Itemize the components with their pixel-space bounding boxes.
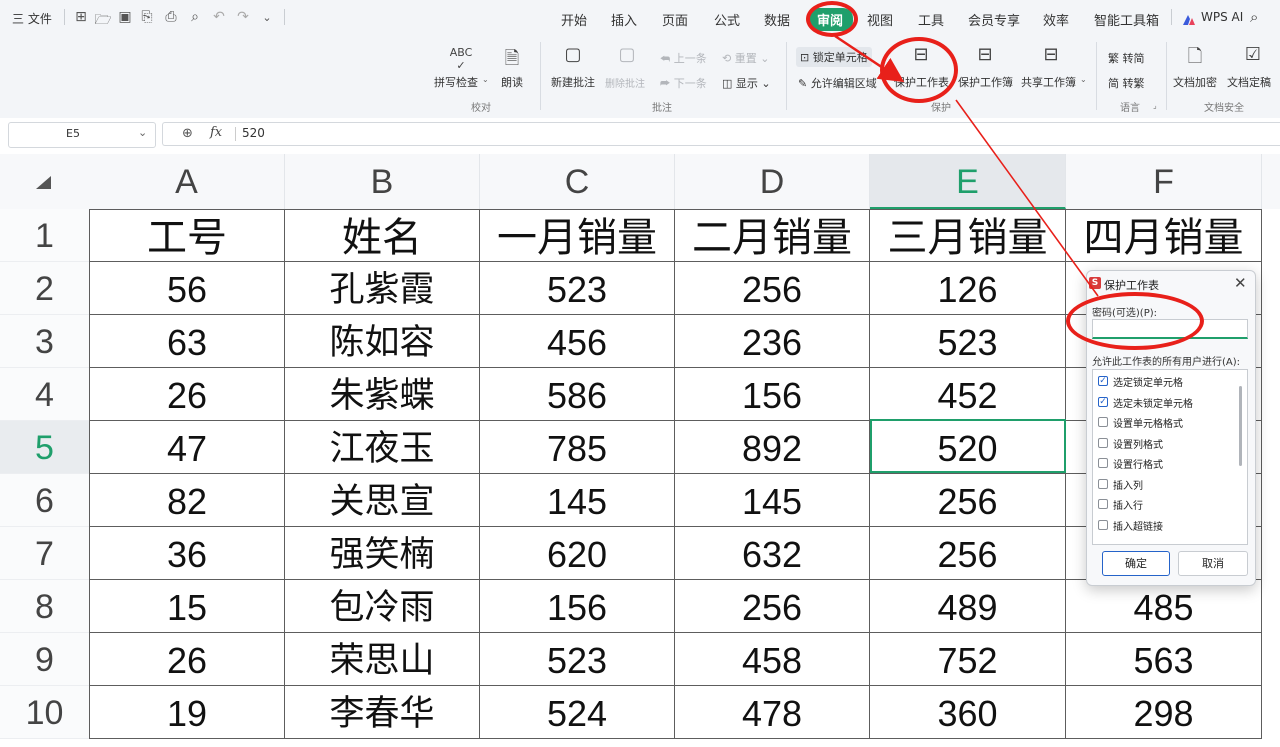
annotation-line-to-dialog [955,99,1099,297]
annotation-arrows [834,34,1099,297]
annotation-arrow-to-protect-sheet [834,34,905,83]
